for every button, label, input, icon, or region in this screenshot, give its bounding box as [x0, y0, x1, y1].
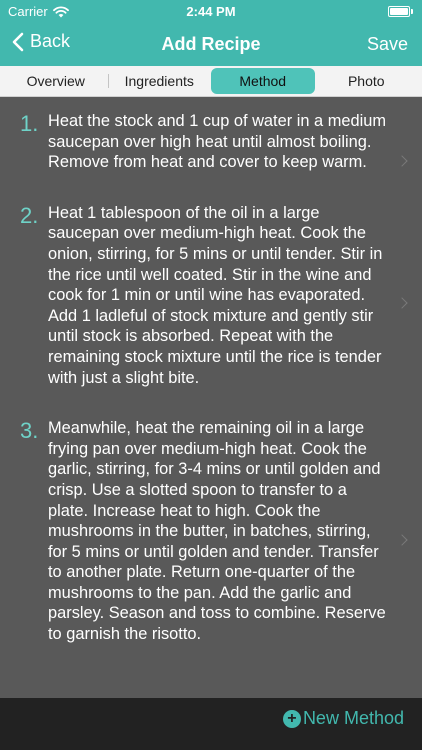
bottom-toolbar: + New Method	[0, 698, 422, 750]
chevron-right-icon	[398, 297, 408, 311]
step-text: Heat 1 tablespoon of the oil in a large …	[48, 203, 383, 387]
new-method-label: New Method	[302, 708, 404, 728]
chevron-right-icon	[398, 534, 408, 548]
method-step[interactable]: 3. Meanwhile, heat the remaining oil in …	[0, 418, 422, 645]
step-number: 1.	[20, 111, 39, 136]
status-time: 2:44 PM	[186, 4, 236, 19]
tab-ingredients[interactable]: Ingredients	[107, 68, 212, 94]
method-step[interactable]: 2. Heat 1 tablespoon of the oil in a lar…	[0, 203, 422, 388]
new-method-button[interactable]: + New Method	[282, 708, 404, 729]
step-number: 2.	[20, 202, 39, 228]
save-button[interactable]: Save	[367, 34, 408, 55]
navigation-bar: Back Add Recipe Save	[0, 22, 422, 66]
status-bar: Carrier 2:44 PM	[0, 0, 422, 22]
step-number: 3.	[20, 418, 39, 444]
step-text: Heat the stock and 1 cup of water in a m…	[48, 112, 387, 172]
method-list: 1. Heat the stock and 1 cup of water in …	[0, 97, 422, 698]
tab-method[interactable]: Method	[211, 68, 315, 94]
tab-photo[interactable]: Photo	[315, 68, 419, 94]
segment-control: Overview Ingredients Method Photo	[4, 68, 418, 94]
battery-icon	[388, 6, 413, 17]
plus-circle-icon: +	[282, 709, 301, 728]
segment-control-bar: Overview Ingredients Method Photo	[0, 66, 422, 97]
chevron-right-icon	[398, 155, 408, 169]
method-step[interactable]: 1. Heat the stock and 1 cup of water in …	[0, 111, 422, 173]
page-title: Add Recipe	[161, 34, 261, 54]
step-text: Meanwhile, heat the remaining oil in a l…	[48, 419, 386, 644]
tab-overview[interactable]: Overview	[4, 68, 108, 94]
